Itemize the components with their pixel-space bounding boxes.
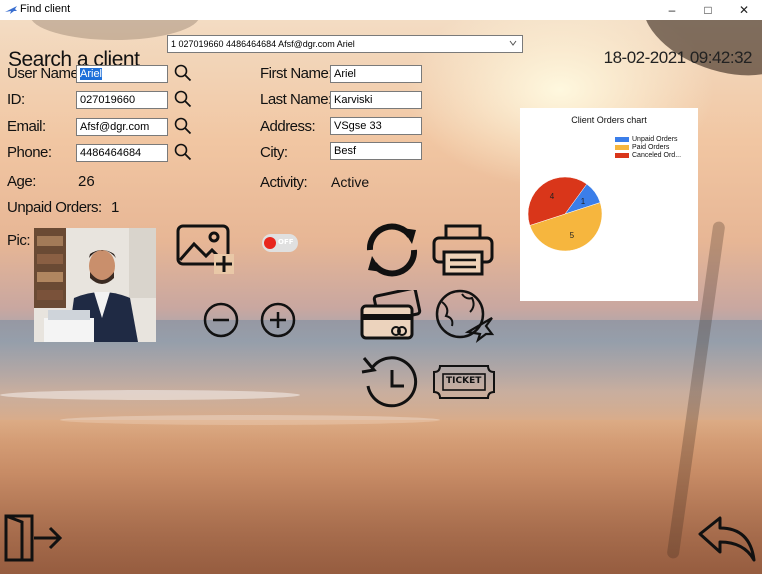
exit-door-icon[interactable] [4, 514, 64, 562]
phone-label: Phone: [7, 144, 52, 161]
age-label: Age: [7, 173, 36, 190]
id-label: ID: [7, 91, 25, 108]
username-input[interactable]: Ariel [76, 65, 168, 83]
id-input[interactable]: 027019660 [76, 91, 168, 109]
datetime-label: 18-02-2021 09:42:32 [603, 48, 753, 67]
airplane-icon [5, 6, 17, 14]
window-title: Find client [20, 3, 71, 15]
city-label: City: [260, 144, 288, 161]
background-foam [0, 390, 300, 400]
client-photo-image [34, 228, 156, 342]
toggle-switch[interactable]: OFF [262, 234, 298, 252]
client-photo [34, 228, 156, 342]
refresh-icon[interactable] [360, 220, 424, 280]
add-image-icon[interactable] [176, 224, 236, 274]
activity-label: Activity: [260, 174, 308, 191]
email-input[interactable]: Afsf@dgr.com [76, 118, 168, 136]
lastname-input[interactable]: Karviski [330, 91, 422, 109]
ticket-icon[interactable]: TICKET [432, 360, 496, 404]
lastname-label: Last Name: [260, 91, 332, 108]
unpaid-orders-label: Unpaid Orders: [7, 199, 102, 216]
firstname-label: First Name: [260, 65, 333, 82]
minimize-button[interactable]: – [654, 0, 690, 20]
toggle-label: OFF [278, 238, 294, 246]
pic-label: Pic: [7, 232, 31, 249]
pie-slice-label: 1 [581, 197, 586, 206]
credit-card-icon[interactable] [360, 290, 422, 342]
minus-circle-icon[interactable] [203, 302, 239, 338]
chart-pie: 1 5 4 [527, 176, 603, 252]
city-input[interactable]: Besf [330, 142, 422, 160]
main-panel: Search a client 18-02-2021 09:42:32 1 02… [0, 20, 762, 574]
ticket-text: TICKET [446, 376, 482, 386]
search-icon[interactable] [174, 117, 192, 135]
orders-chart: Client Orders chart Unpaid Orders Paid Or… [520, 108, 698, 301]
title-bar: Find client – □ ✕ [0, 0, 762, 20]
printer-icon[interactable] [432, 224, 494, 276]
toggle-knob [264, 237, 276, 249]
plus-circle-icon[interactable] [260, 302, 296, 338]
client-select-value: 1 027019660 4486464684 Afsf@dgr.com Arie… [171, 39, 355, 49]
search-icon[interactable] [174, 90, 192, 108]
age-value: 26 [78, 173, 95, 190]
address-input[interactable]: VSgse 33 [330, 117, 422, 135]
maximize-button[interactable]: □ [690, 0, 726, 20]
activity-value: Active [331, 174, 370, 190]
close-button[interactable]: ✕ [726, 0, 762, 20]
phone-input[interactable]: 4486464684 [76, 144, 168, 162]
search-icon[interactable] [174, 64, 192, 82]
address-label: Address: [260, 118, 316, 135]
history-icon[interactable] [360, 354, 424, 410]
chevron-down-icon [509, 40, 517, 46]
back-arrow-icon[interactable] [696, 514, 758, 566]
username-label: User Name: [7, 65, 83, 82]
firstname-input[interactable]: Ariel [330, 65, 422, 83]
background-sand [0, 420, 762, 574]
unpaid-orders-value: 1 [111, 199, 120, 216]
email-label: Email: [7, 118, 46, 135]
username-value: Ariel [80, 68, 103, 80]
search-icon[interactable] [174, 143, 192, 161]
client-select-dropdown[interactable]: 1 027019660 4486464684 Afsf@dgr.com Arie… [167, 35, 523, 53]
pie-slice-label: 4 [550, 192, 555, 201]
globe-plane-icon[interactable] [432, 288, 496, 344]
pie-slice-label: 5 [570, 231, 575, 240]
